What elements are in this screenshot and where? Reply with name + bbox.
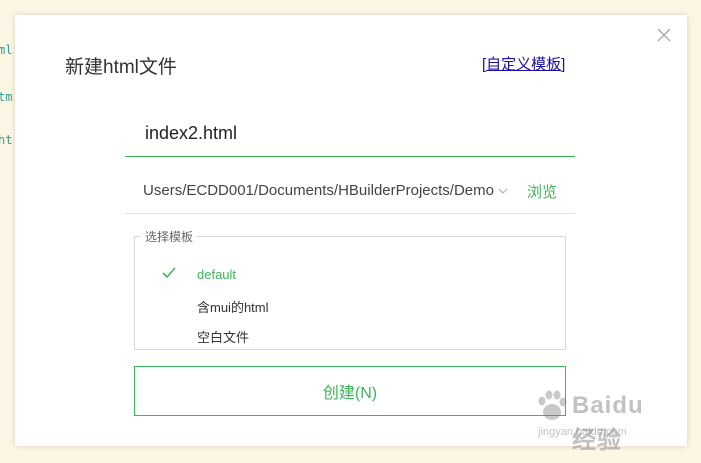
editor-background: ml tm ht bbox=[0, 0, 16, 463]
watermark-url: jingyan.baidu.com bbox=[538, 426, 627, 438]
path-row: Users/ECDD001/Documents/HBuilderProjects… bbox=[125, 172, 575, 214]
template-option-mui[interactable]: 含mui的html bbox=[197, 297, 269, 319]
chevron-down-icon bbox=[498, 188, 508, 194]
baidu-watermark: Baidu经验 jingyan.baidu.com bbox=[534, 384, 664, 454]
template-option-blank[interactable]: 空白文件 bbox=[197, 327, 249, 349]
path-select[interactable]: Users/ECDD001/Documents/HBuilderProjects… bbox=[125, 172, 510, 210]
close-icon[interactable] bbox=[656, 27, 672, 43]
custom-template-link[interactable]: [自定义模板] bbox=[482, 53, 565, 74]
editor-line: tm bbox=[0, 90, 13, 104]
paw-logo-icon bbox=[538, 390, 567, 420]
create-button[interactable]: 创建(N) bbox=[134, 366, 566, 416]
template-group: 选择模板 default 含mui的html 空白文件 bbox=[134, 228, 566, 350]
browse-button[interactable]: 浏览 bbox=[527, 181, 557, 202]
watermark-text: Baidu经验 bbox=[572, 392, 644, 454]
template-group-label: 选择模板 bbox=[145, 230, 194, 244]
filename-input[interactable] bbox=[125, 111, 575, 157]
path-value: Users/ECDD001/Documents/HBuilderProjects… bbox=[143, 182, 494, 199]
check-icon bbox=[162, 267, 176, 279]
new-html-file-dialog: 新建html文件 [自定义模板] Users/ECDD001/Documents… bbox=[15, 15, 687, 446]
editor-line: ml bbox=[0, 43, 13, 57]
editor-line: ht bbox=[0, 133, 13, 147]
dialog-title: 新建html文件 bbox=[65, 57, 177, 78]
template-option-default[interactable]: default bbox=[197, 267, 236, 289]
